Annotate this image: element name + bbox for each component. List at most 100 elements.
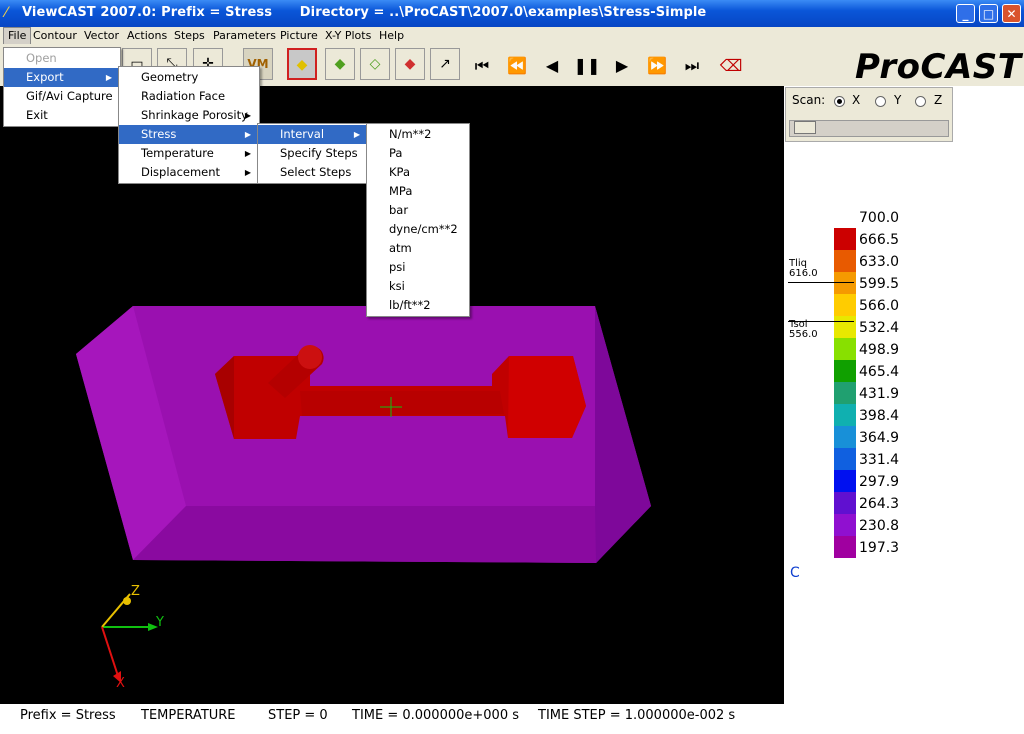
legend-value: 230.8 bbox=[859, 518, 900, 534]
status-time-step: TIME STEP = 1.000000e-002 s bbox=[538, 708, 736, 723]
mold-front-face bbox=[133, 506, 651, 563]
casting-bar bbox=[300, 391, 504, 416]
play-icon[interactable]: ▶ bbox=[607, 52, 637, 80]
menu-parameters[interactable]: Parameters bbox=[209, 27, 280, 44]
export-stress-item[interactable]: Stress ▶ bbox=[119, 125, 257, 144]
tliq-value: 616.0 bbox=[789, 268, 818, 279]
transparent-view-icon[interactable]: ◇ bbox=[360, 48, 390, 80]
file-exit-item[interactable]: Exit bbox=[4, 106, 118, 125]
unit-item[interactable]: MPa bbox=[367, 182, 467, 201]
menu-picture[interactable]: Picture bbox=[276, 27, 322, 44]
units-menu: N/m**2 Pa KPa MPa bar dyne/cm**2 atm psi… bbox=[366, 123, 470, 317]
export-temperature-item[interactable]: Temperature ▶ bbox=[119, 144, 257, 163]
file-gif-avi-item[interactable]: Gif/Avi Capture bbox=[4, 87, 118, 106]
legend-value: 532.4 bbox=[859, 320, 900, 336]
unit-item[interactable]: N/m**2 bbox=[367, 125, 467, 144]
legend-swatch bbox=[834, 338, 856, 360]
stress-specify-steps-item[interactable]: Specify Steps bbox=[258, 144, 366, 163]
menu-steps[interactable]: Steps bbox=[170, 27, 209, 44]
unit-item[interactable]: ksi bbox=[367, 277, 467, 296]
legend-swatch bbox=[834, 470, 856, 492]
legend-value: 331.4 bbox=[859, 452, 900, 468]
displacement-label: Displacement bbox=[141, 165, 221, 179]
interval-label: Interval bbox=[280, 127, 325, 141]
legend-swatch bbox=[834, 272, 856, 294]
z-axis-label: Z bbox=[131, 584, 140, 599]
unit-item[interactable]: KPa bbox=[367, 163, 467, 182]
unit-item[interactable]: atm bbox=[367, 239, 467, 258]
export-displacement-item[interactable]: Displacement ▶ bbox=[119, 163, 257, 182]
file-export-item[interactable]: Export ▶ bbox=[4, 68, 118, 87]
stress-select-steps-item[interactable]: Select Steps bbox=[258, 163, 366, 182]
mold-right-face bbox=[595, 306, 651, 563]
legend-value: 398.4 bbox=[859, 408, 900, 424]
legend-value: 364.9 bbox=[859, 430, 900, 446]
solid-view-icon[interactable]: ◆ bbox=[287, 48, 317, 80]
procast-logo: ProCAST bbox=[855, 47, 1022, 87]
submenu-arrow-icon: ▶ bbox=[244, 111, 251, 120]
submenu-arrow-icon: ▶ bbox=[105, 73, 112, 82]
legend-swatch bbox=[834, 360, 856, 382]
export-radiation-face-item[interactable]: Radiation Face bbox=[119, 87, 257, 106]
menu-help[interactable]: Help bbox=[375, 27, 408, 44]
file-open-item[interactable]: Open bbox=[4, 49, 118, 68]
unit-item[interactable]: lb/ft**2 bbox=[367, 296, 467, 315]
scan-y-radio[interactable] bbox=[875, 96, 886, 107]
legend-swatch bbox=[834, 514, 856, 536]
first-step-icon[interactable]: ⏮ bbox=[467, 52, 497, 80]
menu-actions[interactable]: Actions bbox=[123, 27, 171, 44]
export-shrinkage-porosity-item[interactable]: Shrinkage Porosity ▶ bbox=[119, 106, 257, 125]
legend-swatch bbox=[834, 426, 856, 448]
unit-item[interactable]: bar bbox=[367, 201, 467, 220]
legend-swatch bbox=[834, 382, 856, 404]
fast-forward-icon[interactable]: ⏩ bbox=[642, 52, 672, 80]
fast-rewind-icon[interactable]: ⏪ bbox=[502, 52, 532, 80]
status-quantity: TEMPERATURE bbox=[141, 708, 236, 723]
legend-value: 431.9 bbox=[859, 386, 900, 402]
casting-right-block bbox=[508, 356, 586, 438]
y-axis-label: Y bbox=[156, 615, 164, 630]
legend-swatch bbox=[834, 316, 856, 338]
last-step-icon[interactable]: ⏭ bbox=[677, 52, 707, 80]
legend-value: 465.4 bbox=[859, 364, 900, 380]
submenu-arrow-icon: ▶ bbox=[244, 168, 251, 177]
save-erase-icon[interactable]: ⌫ bbox=[716, 52, 746, 80]
scan-label: Scan: bbox=[792, 93, 826, 107]
app-icon: ⁄ bbox=[5, 5, 8, 21]
x-axis-line bbox=[101, 626, 119, 677]
x-axis-label: X bbox=[116, 676, 125, 691]
close-button[interactable]: ✕ bbox=[1002, 4, 1021, 23]
pause-icon[interactable]: ❚❚ bbox=[572, 52, 602, 80]
riser-top bbox=[298, 345, 322, 369]
unit-item[interactable]: dyne/cm**2 bbox=[367, 220, 467, 239]
menu-contour[interactable]: Contour bbox=[29, 27, 81, 44]
minimize-button[interactable]: _ bbox=[956, 4, 975, 23]
legend-value: 633.0 bbox=[859, 254, 900, 270]
step-back-icon[interactable]: ◀ bbox=[537, 52, 567, 80]
scan-z-radio[interactable] bbox=[915, 96, 926, 107]
scan-x-radio[interactable] bbox=[834, 96, 845, 107]
legend-unit: C bbox=[790, 565, 800, 581]
legend-swatch bbox=[834, 536, 856, 558]
scan-slider-thumb[interactable] bbox=[794, 121, 816, 134]
legend-value: 297.9 bbox=[859, 474, 900, 490]
maximize-button[interactable]: □ bbox=[979, 4, 998, 23]
stress-interval-item[interactable]: Interval ▶ bbox=[258, 125, 366, 144]
export-geometry-item[interactable]: Geometry bbox=[119, 68, 257, 87]
menu-xy-plots[interactable]: X-Y Plots bbox=[321, 27, 375, 44]
file-menu: Open Export ▶ Gif/Avi Capture Exit bbox=[3, 47, 121, 127]
unit-item[interactable]: Pa bbox=[367, 144, 467, 163]
mesh-view-icon[interactable]: ◆ bbox=[325, 48, 355, 80]
section-view-icon[interactable]: ◆ bbox=[395, 48, 425, 80]
unit-item[interactable]: psi bbox=[367, 258, 467, 277]
temperature-label: Temperature bbox=[141, 146, 214, 160]
legend-value: 666.5 bbox=[859, 232, 900, 248]
arrow-tool-icon[interactable]: ↗ bbox=[430, 48, 460, 80]
scan-x-label: X bbox=[852, 93, 861, 107]
legend-value: 498.9 bbox=[859, 342, 900, 358]
window-title: ViewCAST 2007.0: Prefix = Stress Directo… bbox=[22, 5, 707, 20]
stress-menu: Interval ▶ Specify Steps Select Steps bbox=[257, 123, 369, 184]
menu-vector[interactable]: Vector bbox=[80, 27, 123, 44]
file-export-label: Export bbox=[26, 70, 64, 84]
legend-swatch bbox=[834, 294, 856, 316]
